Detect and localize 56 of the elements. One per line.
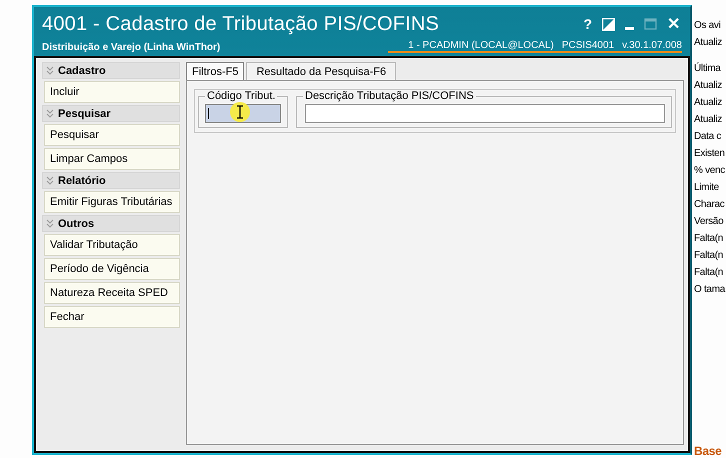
sidebar-item[interactable]: Emitir Figuras Tributárias [44,191,180,213]
sidebar-item[interactable]: Incluir [44,81,180,103]
theme-button[interactable] [600,18,617,30]
background-text: Atualiz [694,114,723,127]
background-text: Versão [694,216,724,229]
input-field[interactable] [305,104,665,123]
sidebar-item[interactable]: Pesquisar [44,124,180,146]
group-title: Cadastro [58,64,106,76]
background-text: Última [694,63,722,76]
window-title: 4001 - Cadastro de Tributação PIS/COFINS [42,12,440,36]
background-text: Limite [694,182,720,195]
close-button[interactable]: ✕ [665,14,682,34]
background-heading: Base [694,444,722,458]
input-field[interactable] [205,104,281,123]
background-text: O tama [694,284,726,297]
window-subtitle: Distribuição e Varejo (Linha WinThor) [42,42,220,53]
sidebar-item[interactable]: Limpar Campos [44,148,180,170]
program-code: PCSIS4001 [562,40,614,51]
background-text: Existen [694,148,726,161]
half-square-icon [602,18,615,30]
background-text: Falta(n [694,250,724,263]
field-label: Descrição Tributação PIS/COFINS [303,90,476,102]
sidebar-item[interactable]: Período de Vigência [44,258,180,280]
field-label: Código Tribut. [205,90,278,102]
background-text: Atualiz [694,80,723,93]
chevron-icon [46,219,54,228]
session-user: 1 - PCADMIN (LOCAL@LOCAL) [408,40,554,51]
sidebar-item[interactable]: Natureza Receita SPED [44,282,180,304]
group-header[interactable]: Relatório [42,172,180,189]
background-text: Atualiz [694,97,723,110]
background-text: Falta(n [694,267,724,280]
minimize-icon [625,27,634,30]
chevron-icon [46,66,54,75]
cursor-highlight-icon [230,102,250,122]
tab[interactable]: Resultado da Pesquisa-F6 [246,62,396,80]
group-header[interactable]: Pesquisar [42,105,180,122]
group-header[interactable]: Cadastro [42,62,180,79]
help-button[interactable]: ? [581,16,594,32]
text-caret [208,108,209,119]
chevron-icon [46,109,54,118]
group-title: Relatório [58,174,106,186]
sidebar-item[interactable]: Validar Tributação [44,234,180,256]
version-number: v.30.1.07.008 [622,40,682,51]
sidebar-item[interactable]: Fechar [44,306,180,328]
background-text: % venc [694,165,726,178]
background-text: Data c [694,131,722,144]
background-text: Os avi [694,20,722,33]
group-title: Outros [58,218,94,230]
group-title: Pesquisar [58,108,111,120]
background-text: Falta(n [694,233,724,246]
background-text: Atualiz [694,37,723,50]
tab[interactable]: Filtros-F5 [186,62,244,80]
group-header[interactable]: Outros [42,215,180,232]
background-text: Charac [694,199,726,212]
maximize-icon [644,18,657,30]
chevron-icon [46,176,54,185]
